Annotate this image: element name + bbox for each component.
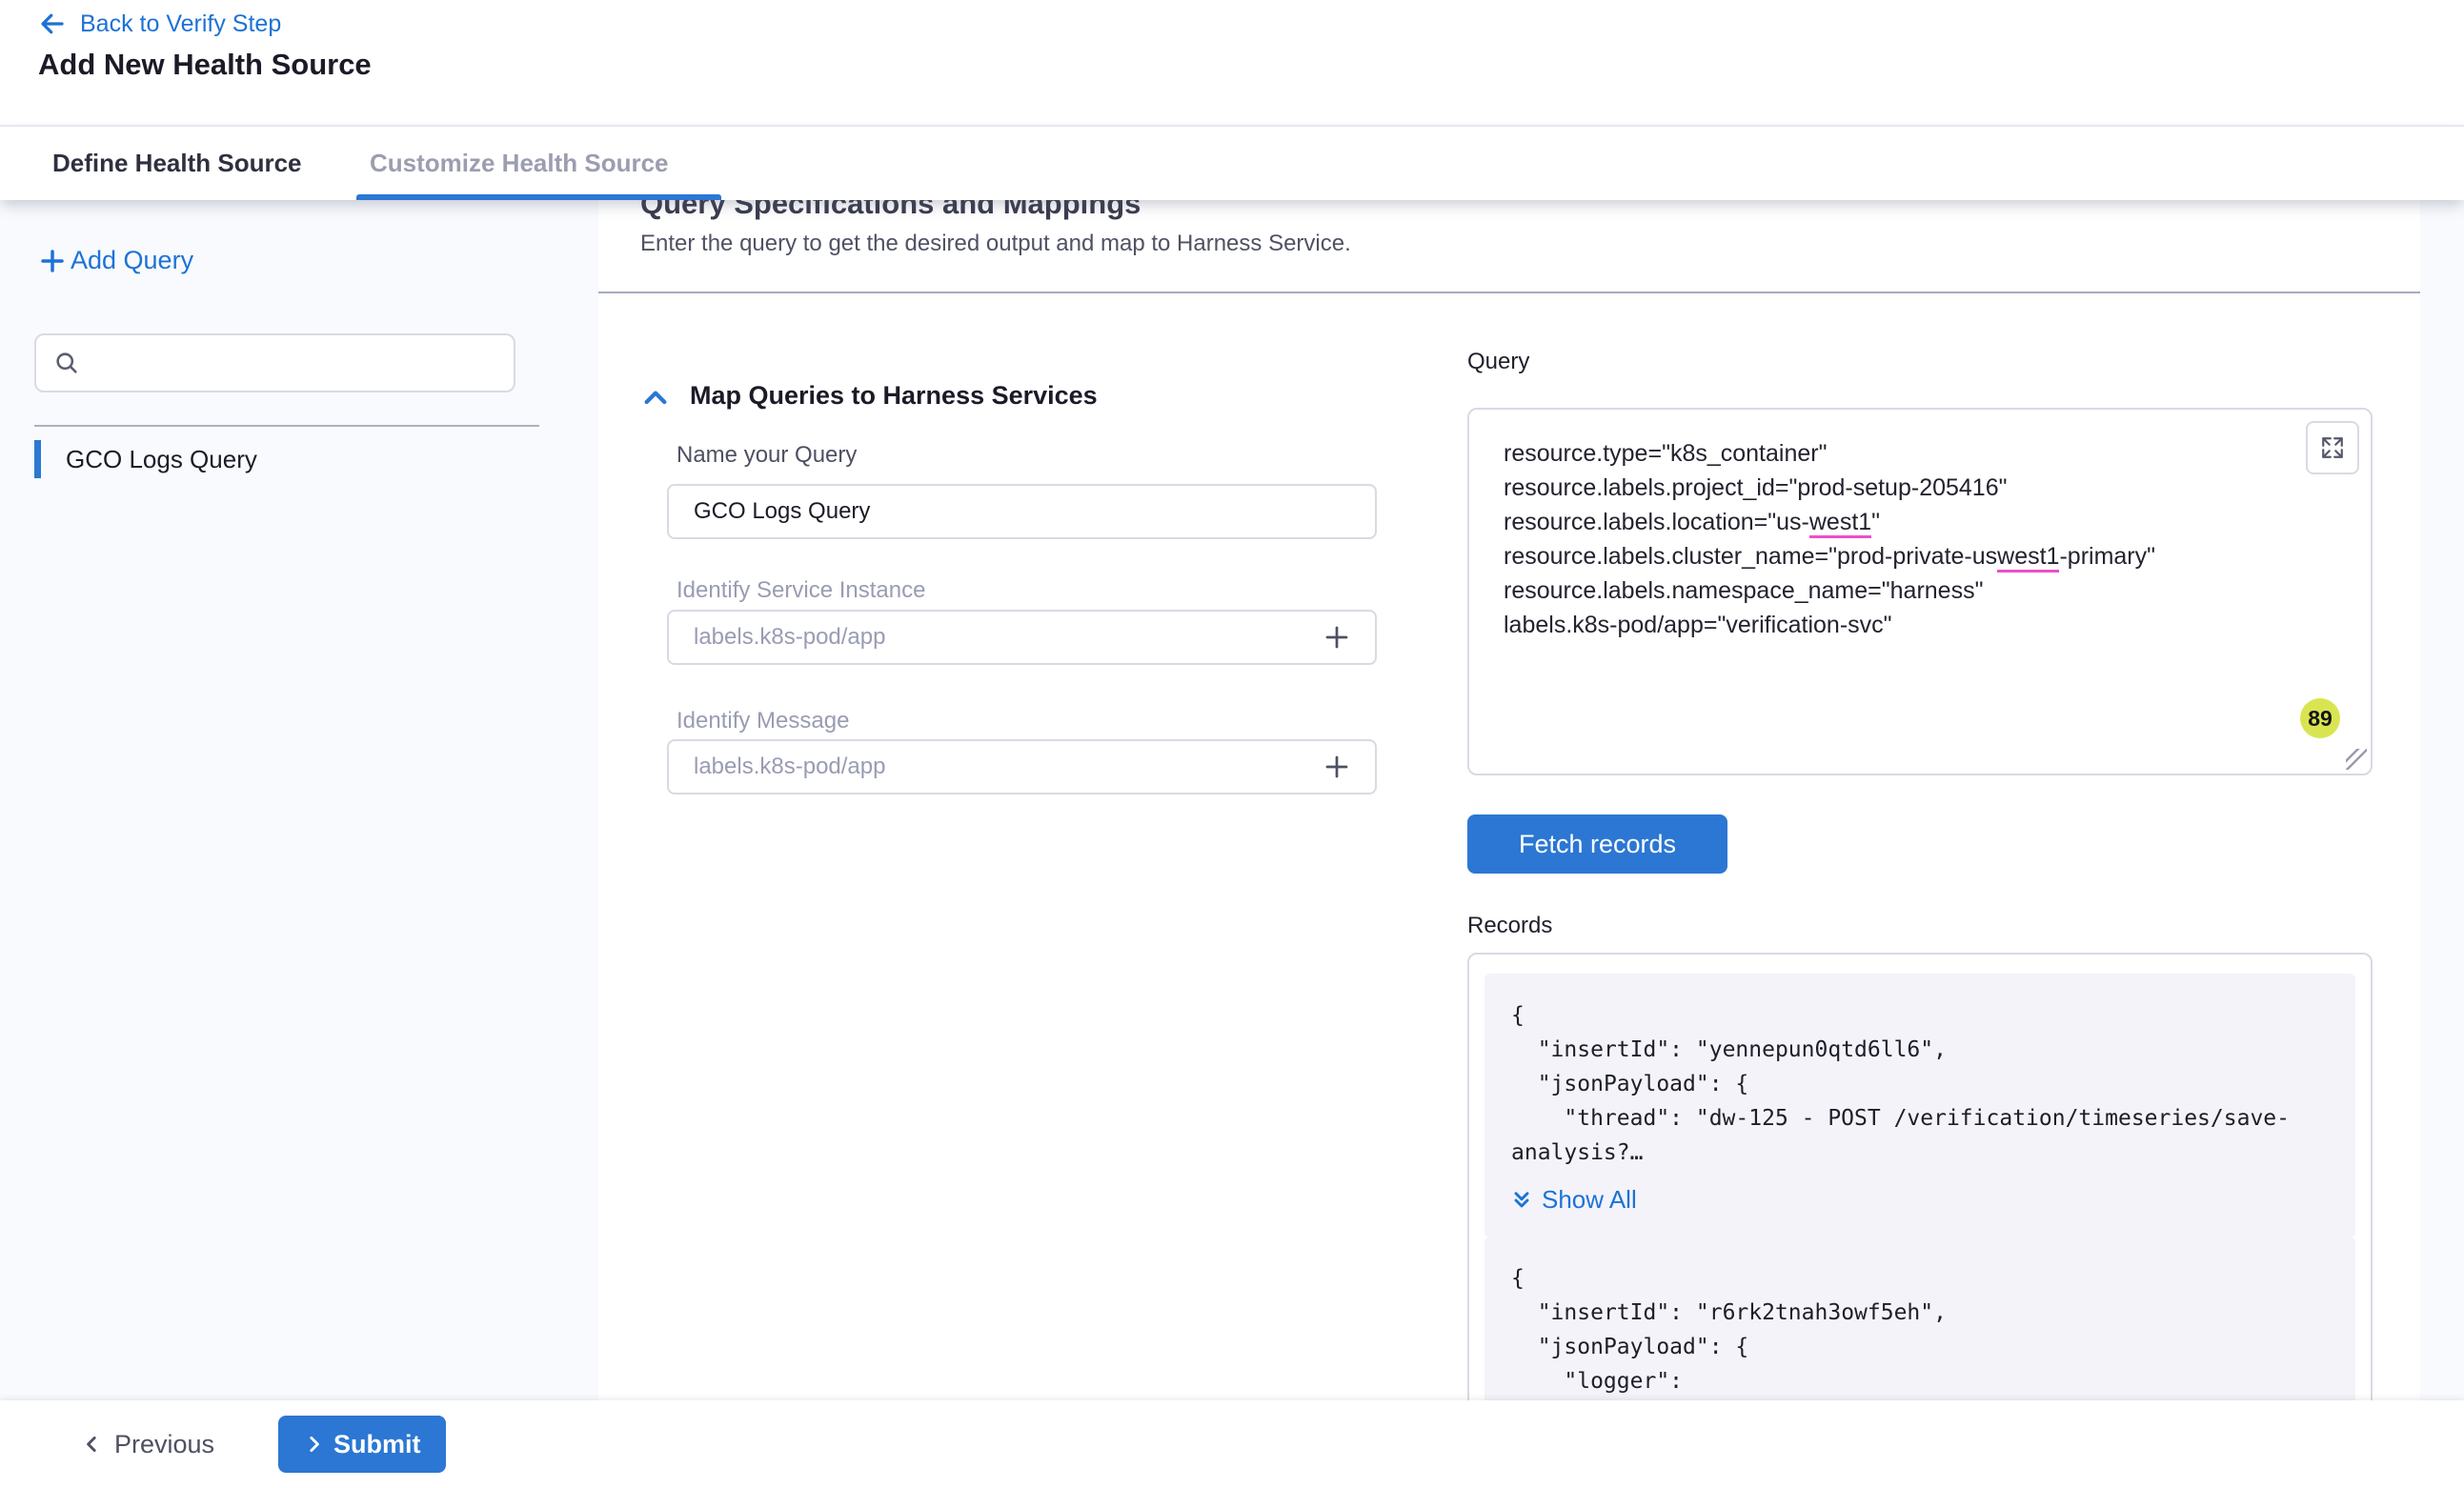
- header: Back to Verify Step Add New Health Sourc…: [0, 0, 2464, 125]
- service-instance-label: Identify Service Instance: [677, 577, 925, 604]
- show-all-button[interactable]: Show All: [1511, 1185, 1637, 1215]
- query-label: Query: [1467, 349, 1529, 375]
- plus-icon: [38, 247, 67, 275]
- record-block: { "insertId": "r6rk2tnah3owf5eh", "jsonP…: [1484, 1237, 2355, 1400]
- expand-icon: [2320, 435, 2345, 460]
- records-panel: { "insertId": "yennepun0qtd6ll6", "jsonP…: [1467, 953, 2373, 1400]
- add-query-label: Add Query: [71, 246, 193, 275]
- tab-define-health-source[interactable]: Define Health Source: [52, 127, 302, 200]
- service-instance-input[interactable]: labels.k8s-pod/app: [667, 610, 1377, 665]
- page-title: Add New Health Source: [38, 48, 372, 82]
- footer-bar: Previous Submit: [0, 1400, 2464, 1488]
- active-tab-underline: [356, 194, 721, 200]
- tab-bar: Define Health Source Customize Health So…: [0, 125, 2464, 200]
- add-message-button[interactable]: [1320, 750, 1354, 784]
- chevron-double-down-icon: [1511, 1189, 1532, 1212]
- add-service-instance-button[interactable]: [1320, 620, 1354, 654]
- query-sidebar: Add Query GCO Logs Query: [0, 200, 598, 1400]
- name-query-input[interactable]: [667, 484, 1377, 539]
- back-link[interactable]: Back to Verify Step: [38, 10, 281, 38]
- sidebar-divider: [34, 425, 539, 427]
- expand-button[interactable]: [2306, 421, 2359, 474]
- add-query-button[interactable]: Add Query: [38, 246, 193, 275]
- plus-icon: [1323, 753, 1351, 781]
- query-list-item[interactable]: GCO Logs Query: [34, 438, 257, 480]
- query-text[interactable]: resource.type="k8s_container"resource.la…: [1504, 436, 2285, 642]
- query-editor[interactable]: resource.type="k8s_container"resource.la…: [1467, 408, 2373, 775]
- arrow-left-icon: [38, 10, 67, 38]
- resize-handle[interactable]: [2346, 749, 2367, 770]
- identify-message-label: Identify Message: [677, 708, 849, 734]
- section-divider: [598, 292, 2420, 293]
- submit-button[interactable]: Submit: [278, 1416, 446, 1473]
- back-link-label: Back to Verify Step: [80, 10, 281, 38]
- query-search-box[interactable]: [34, 333, 515, 392]
- submit-label: Submit: [333, 1430, 421, 1459]
- fetch-records-button[interactable]: Fetch records: [1467, 814, 1727, 874]
- previous-button[interactable]: Previous: [82, 1400, 214, 1488]
- section-subtitle: Enter the query to get the desired outpu…: [640, 231, 1351, 257]
- main-panel: Query Specifications and Mappings Enter …: [598, 200, 2420, 1400]
- map-queries-title: Map Queries to Harness Services: [690, 381, 1098, 411]
- content-area: Add Query GCO Logs Query Query Specifica…: [0, 200, 2464, 1400]
- previous-label: Previous: [114, 1430, 214, 1459]
- identify-message-input[interactable]: labels.k8s-pod/app: [667, 739, 1377, 794]
- tab-customize-health-source[interactable]: Customize Health Source: [370, 127, 669, 200]
- search-input[interactable]: [93, 350, 496, 376]
- chevron-right-icon: [303, 1434, 324, 1455]
- name-query-label: Name your Query: [677, 442, 857, 469]
- query-item-label: GCO Logs Query: [66, 445, 257, 474]
- char-count-badge: 89: [2300, 698, 2340, 738]
- plus-icon: [1323, 623, 1351, 652]
- record-block: { "insertId": "yennepun0qtd6ll6", "jsonP…: [1484, 974, 2355, 1237]
- section-title: Query Specifications and Mappings: [640, 200, 1141, 221]
- record-text: { "insertId": "yennepun0qtd6ll6", "jsonP…: [1511, 998, 2329, 1170]
- selected-indicator: [34, 440, 41, 478]
- identify-message-placeholder: labels.k8s-pod/app: [694, 754, 1320, 780]
- collapse-chevron-icon[interactable]: [640, 383, 671, 413]
- records-label: Records: [1467, 913, 1552, 939]
- service-instance-placeholder: labels.k8s-pod/app: [694, 624, 1320, 651]
- chevron-left-icon: [82, 1434, 103, 1455]
- show-all-label: Show All: [1542, 1185, 1637, 1215]
- search-icon: [53, 350, 80, 376]
- record-text: { "insertId": "r6rk2tnah3owf5eh", "jsonP…: [1511, 1261, 2329, 1400]
